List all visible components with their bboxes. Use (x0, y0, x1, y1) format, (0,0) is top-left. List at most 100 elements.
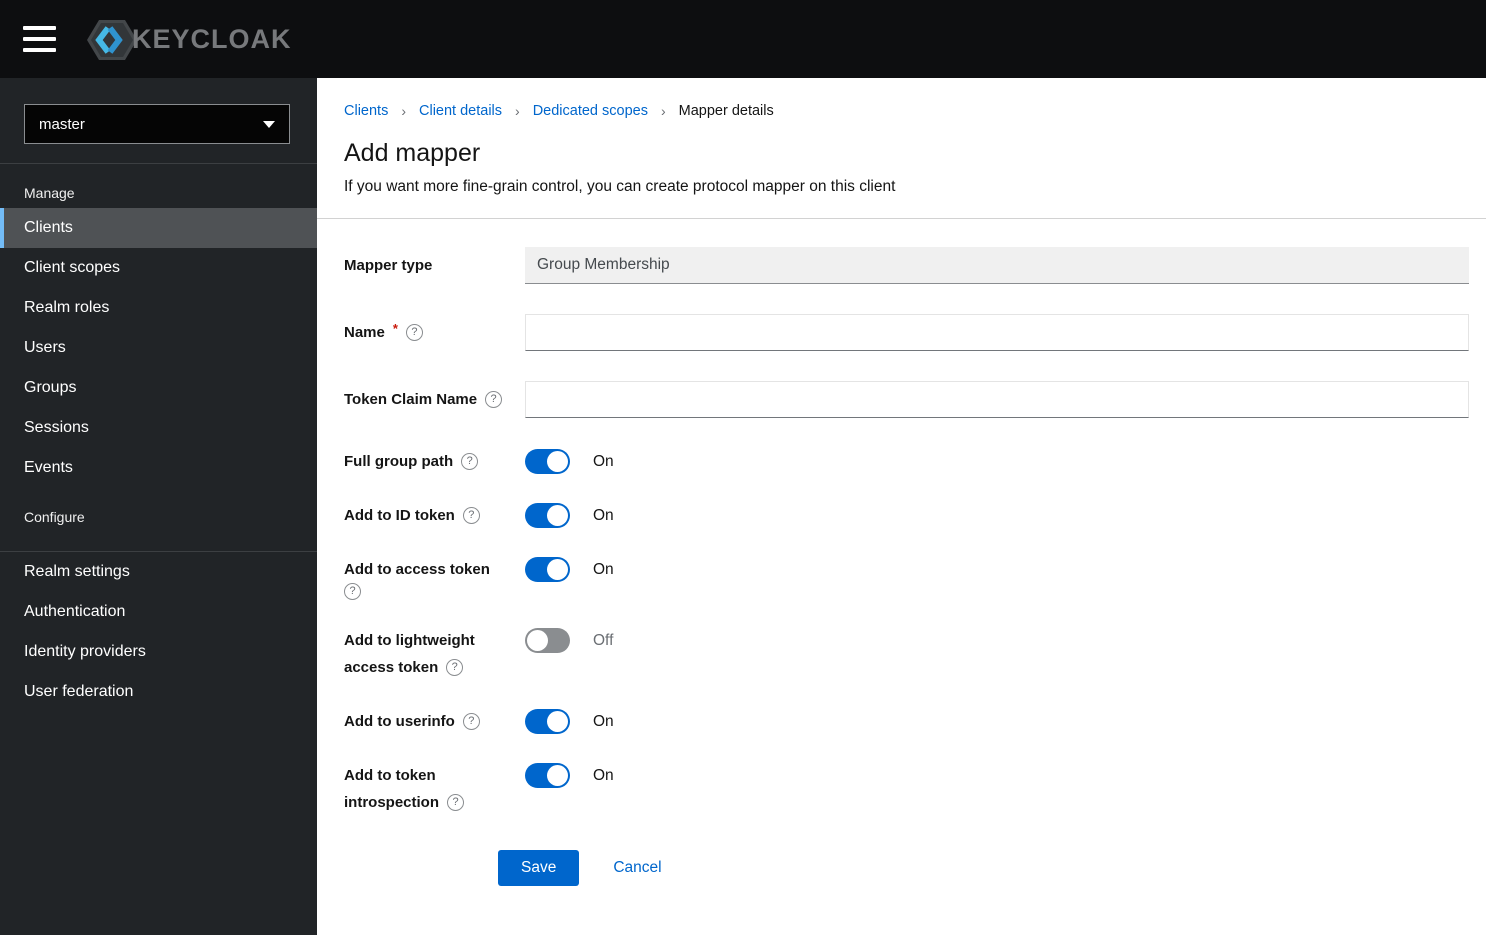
breadcrumb: Clients › Client details › Dedicated scopes ›… (317, 78, 1486, 119)
form-row-name: Name *? (344, 314, 1469, 351)
field-label-text: Add to userinfo (344, 713, 455, 730)
field-label-text: Token Claim Name (344, 391, 478, 408)
cancel-link[interactable]: Cancel (613, 859, 661, 877)
sidebar-item-groups[interactable]: Groups (0, 368, 317, 408)
breadcrumb-item-mapper-details: Mapper details (678, 103, 774, 119)
field-label-add-to-id-token: Add to ID token? (344, 502, 525, 529)
breadcrumb-item-dedicated-scopes[interactable]: Dedicated scopes (533, 103, 648, 119)
help-icon[interactable]: ? (461, 453, 479, 470)
field-label-text: Add to token (344, 767, 436, 784)
toggle-state-label: On (593, 452, 614, 470)
field-label-text: Add to ID token (344, 507, 455, 524)
page-title: Add mapper (344, 139, 481, 167)
field-label-mapper-type: Mapper type (344, 252, 525, 279)
sidebar-item-sessions[interactable]: Sessions (0, 408, 317, 448)
add-to-token-introspection-toggle[interactable] (525, 763, 570, 788)
field-label-add-to-lightweight-access-token: Add to lightweight access token? (344, 627, 525, 681)
form-row-add-to-id-token: Add to ID token? On (344, 502, 1469, 529)
form-row-add-to-lightweight-access-token: Add to lightweight access token? Off (344, 627, 1469, 681)
form-actions: Save Cancel (498, 850, 1486, 886)
nav-toggle-button[interactable] (21, 20, 58, 58)
sidebar-item-user-federation[interactable]: User federation (0, 672, 317, 712)
form-row-add-to-access-token: Add to access token? On (344, 556, 1469, 600)
toggle-knob (547, 505, 568, 526)
breadcrumb-item-client-details[interactable]: Client details (419, 103, 502, 119)
field-label-text: introspection (344, 794, 440, 811)
toggle-knob (547, 451, 568, 472)
breadcrumb-separator-icon: › (660, 103, 666, 119)
form-row-mapper-type: Mapper type Group Membership (344, 247, 1469, 284)
hamburger-icon (23, 26, 56, 30)
field-control-mapper-type: Group Membership (525, 247, 1469, 284)
sidebar-item-realm-roles[interactable]: Realm roles (0, 288, 317, 328)
mapper-form: Mapper type Group Membership Name *? Token C… (317, 219, 1486, 816)
help-icon[interactable]: ? (462, 713, 480, 730)
form-row-token-claim-name: Token Claim Name? (344, 381, 1469, 418)
field-label-add-to-token-introspection: Add to token introspection? (344, 762, 525, 816)
brand-text: KEYCLOAK (132, 23, 292, 54)
nav-section-label: Manage (24, 185, 75, 201)
toggle-state-label: On (593, 506, 614, 524)
nav-section-manage: Manage Clients Client scopes Realm roles Use… (0, 163, 317, 488)
mapper-type-field: Group Membership (525, 247, 1469, 284)
toggle-knob (547, 765, 568, 786)
help-icon[interactable]: ? (344, 583, 361, 600)
sidebar-item-users[interactable]: Users (0, 328, 317, 368)
field-label-full-group-path: Full group path? (344, 448, 525, 475)
masthead: KEYCLOAK (0, 0, 1486, 78)
name-input[interactable] (525, 314, 1469, 351)
field-label-name: Name *? (344, 319, 525, 346)
add-to-lightweight-access-token-toggle[interactable] (525, 628, 570, 653)
field-control-add-to-id-token: On (525, 502, 1469, 528)
add-to-id-token-toggle[interactable] (525, 503, 570, 528)
realm-selector-value: master (39, 115, 85, 133)
sidebar-item-clients[interactable]: Clients (0, 208, 317, 248)
realm-selector[interactable]: master (24, 104, 290, 144)
full-group-path-toggle[interactable] (525, 449, 570, 474)
save-button[interactable]: Save (498, 850, 580, 886)
field-label-text: access token (344, 659, 439, 676)
field-control-full-group-path: On (525, 448, 1469, 474)
form-row-add-to-userinfo: Add to userinfo? On (344, 708, 1469, 735)
field-control-name (525, 314, 1469, 351)
form-row-full-group-path: Full group path? On (344, 448, 1469, 475)
sidebar-item-authentication[interactable]: Authentication (0, 592, 317, 632)
help-icon[interactable]: ? (405, 324, 423, 341)
field-label-text: Mapper type (344, 257, 433, 274)
sidebar-nav: Manage Clients Client scopes Realm roles Use… (0, 163, 317, 712)
help-icon[interactable]: ? (485, 391, 503, 408)
main-content: Clients › Client details › Dedicated scopes ›… (317, 78, 1486, 935)
toggle-state-label: On (593, 560, 614, 578)
help-icon[interactable]: ? (462, 507, 480, 524)
toggle-state-label: On (593, 712, 614, 730)
breadcrumb-separator-icon: › (515, 103, 520, 119)
field-label-text: Add to lightweight (344, 632, 475, 649)
field-control-add-to-lightweight-access-token: Off (525, 627, 1469, 653)
help-icon[interactable]: ? (447, 794, 465, 811)
required-indicator: * (392, 321, 398, 336)
sidebar-item-client-scopes[interactable]: Client scopes (0, 248, 317, 288)
breadcrumb-item-clients[interactable]: Clients (344, 103, 388, 119)
field-label-token-claim-name: Token Claim Name? (344, 386, 525, 413)
toggle-knob (527, 630, 548, 651)
breadcrumb-separator-icon: › (401, 103, 406, 119)
token-claim-name-input[interactable] (525, 381, 1469, 418)
field-label-text: Add to access token (344, 561, 490, 578)
toggle-state-label: On (593, 766, 614, 784)
field-control-add-to-access-token: On (525, 556, 1469, 582)
field-control-add-to-userinfo: On (525, 708, 1469, 734)
sidebar-item-realm-settings[interactable]: Realm settings (0, 552, 317, 592)
toggle-knob (547, 559, 568, 580)
keycloak-brand[interactable]: KEYCLOAK (86, 12, 292, 66)
toggle-state-label: Off (593, 631, 614, 649)
help-icon[interactable]: ? (446, 659, 464, 676)
nav-section-configure: Configure Realm settings Authentication Ide… (0, 488, 317, 712)
chevron-down-icon (263, 120, 275, 128)
sidebar-item-events[interactable]: Events (0, 448, 317, 488)
field-label-add-to-userinfo: Add to userinfo? (344, 708, 525, 735)
field-label-text: Full group path (344, 453, 454, 470)
add-to-userinfo-toggle[interactable] (525, 709, 570, 734)
sidebar-item-identity-providers[interactable]: Identity providers (0, 632, 317, 672)
field-label-add-to-access-token: Add to access token? (344, 556, 525, 600)
add-to-access-token-toggle[interactable] (525, 557, 570, 582)
